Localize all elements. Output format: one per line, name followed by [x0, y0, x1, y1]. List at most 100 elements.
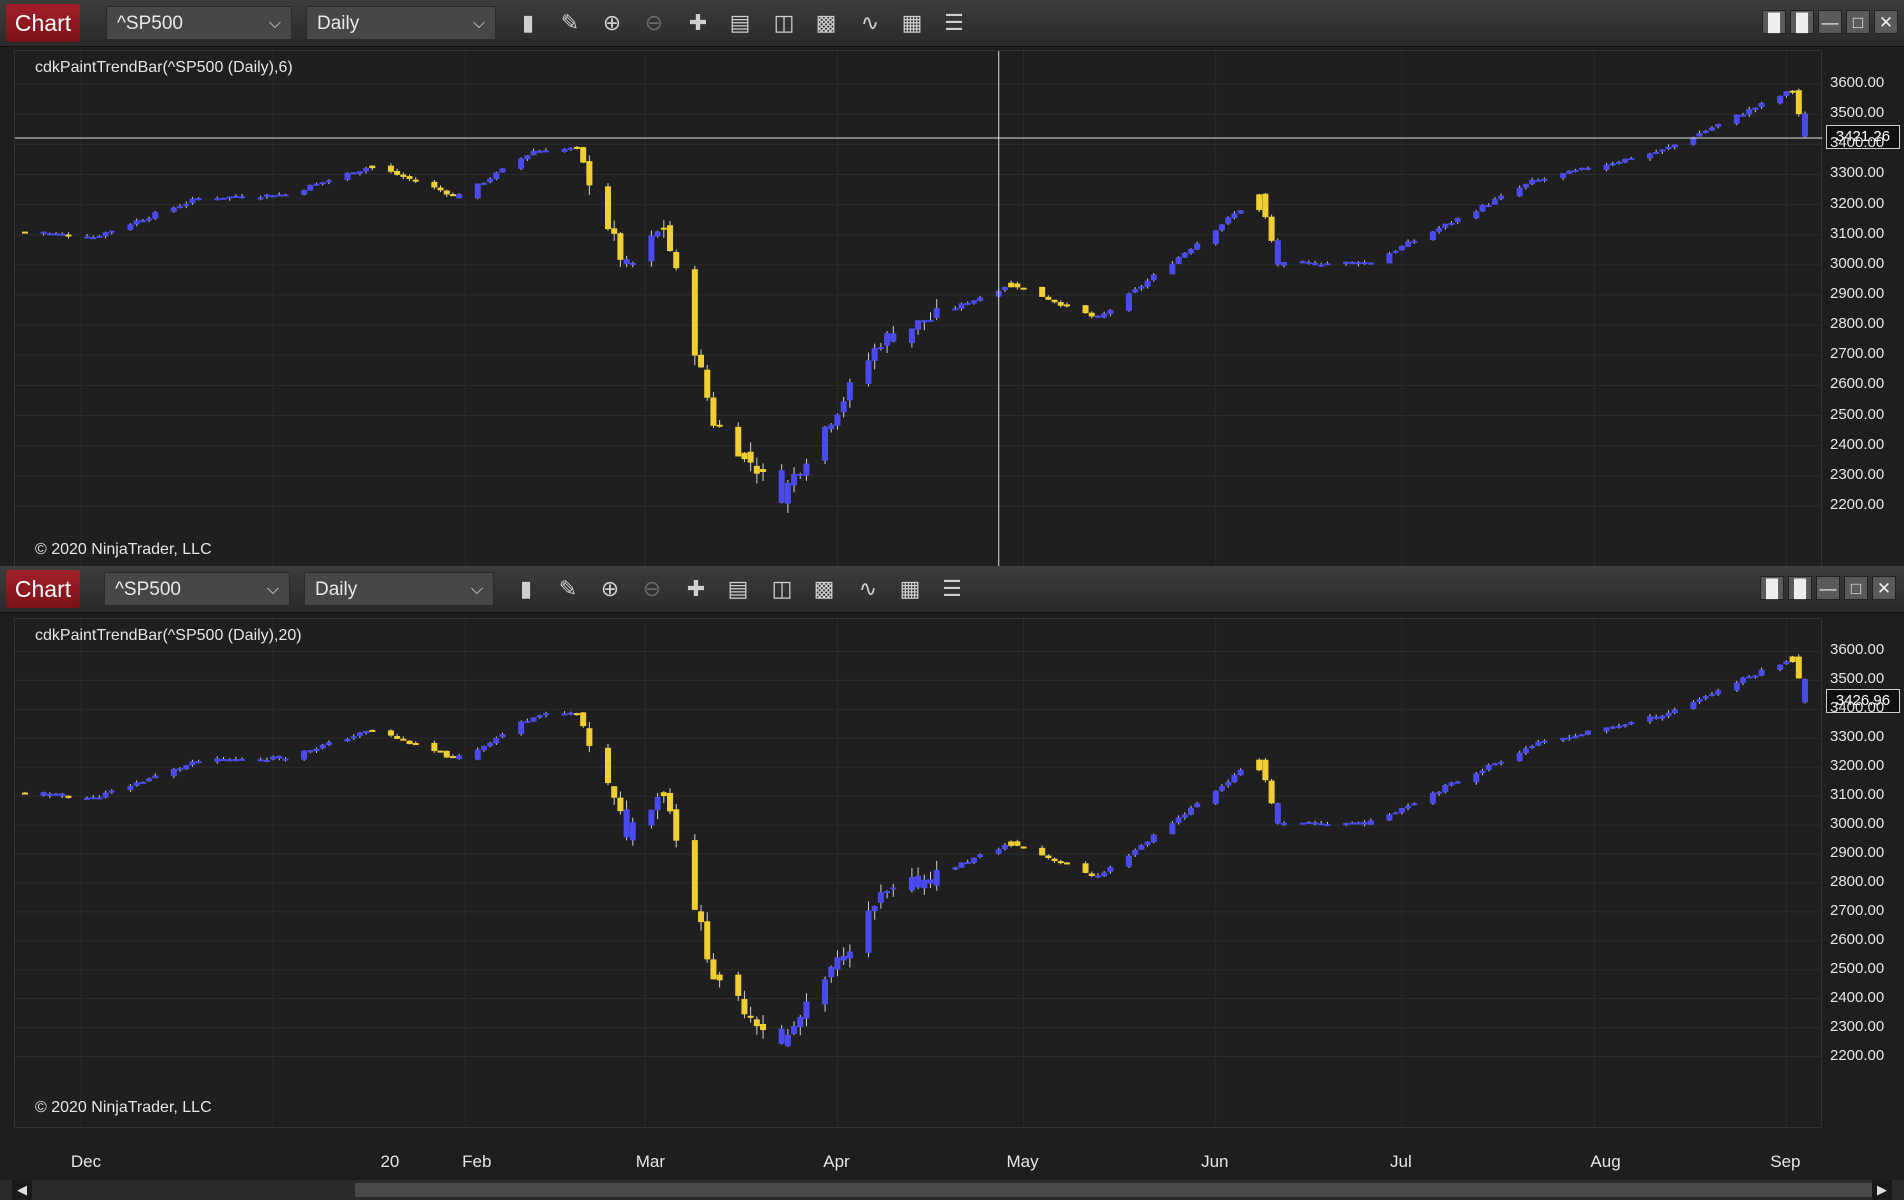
candlestick-plot[interactable]	[15, 619, 1823, 1129]
tile-icon[interactable]: █	[1790, 10, 1814, 34]
candle-body	[195, 761, 202, 764]
tile-icon[interactable]: █	[1760, 576, 1784, 600]
candle-body	[1045, 296, 1052, 300]
candle-body	[704, 921, 711, 960]
candle-body	[1274, 803, 1281, 824]
candle-body	[1628, 721, 1635, 725]
zoom-in-icon[interactable]: ⊕	[598, 9, 626, 37]
candle-body	[313, 748, 320, 752]
crosshair-icon[interactable]: ✚	[684, 9, 712, 37]
candle-body	[394, 170, 401, 175]
candle-body	[1312, 822, 1319, 825]
close-icon[interactable]: ✕	[1872, 576, 1896, 600]
properties-icon[interactable]: ▦	[898, 9, 926, 37]
candlestick-plot[interactable]	[15, 51, 1823, 571]
candle-body	[493, 737, 500, 744]
candle-body	[735, 974, 742, 996]
maximize-icon[interactable]: □	[1846, 10, 1870, 34]
candle-body	[220, 197, 227, 200]
indicators-icon[interactable]: ∿	[854, 575, 882, 603]
candle-body	[741, 452, 748, 460]
instrument-selector[interactable]: ^SP500 ⌵	[106, 6, 292, 40]
instrument-selector[interactable]: ^SP500 ⌵	[104, 572, 290, 606]
candle-body	[394, 736, 401, 739]
candle-body	[617, 233, 624, 260]
strategies-icon[interactable]: ▩	[812, 9, 840, 37]
price-panel[interactable]: cdkPaintTrendBar(^SP500 (Daily),20) © 20…	[14, 618, 1823, 1129]
candle-body	[1715, 690, 1722, 695]
maximize-icon[interactable]: □	[1844, 576, 1868, 600]
candle-body	[791, 473, 798, 486]
y-tick-label: 2800.00	[1830, 315, 1885, 333]
minimize-icon[interactable]: —	[1816, 576, 1840, 600]
candle-body	[1696, 699, 1703, 702]
candle-body	[1454, 218, 1461, 223]
pencil-icon[interactable]: ✎	[554, 575, 582, 603]
bar-type-icon[interactable]: ▮	[512, 575, 540, 603]
tile-icon[interactable]: █	[1788, 576, 1812, 600]
horizontal-scrollbar[interactable]: ◀ ▶	[0, 1180, 1904, 1200]
candle-body	[518, 721, 525, 734]
pencil-icon[interactable]: ✎	[556, 9, 584, 37]
candle-body	[518, 158, 525, 169]
crosshair-icon[interactable]: ✚	[682, 575, 710, 603]
close-icon[interactable]: ✕	[1874, 10, 1898, 34]
y-tick-label: 3500.00	[1830, 104, 1885, 122]
candle-body	[995, 849, 1002, 854]
data-box-icon[interactable]: ▤	[726, 9, 754, 37]
zoom-out-icon[interactable]: ⊖	[638, 575, 666, 603]
tile-icon[interactable]: █	[1762, 10, 1786, 34]
scroll-thumb[interactable]	[355, 1183, 1875, 1197]
candle-body	[108, 230, 115, 233]
interval-selector[interactable]: Daily ⌵	[304, 572, 494, 606]
template-icon[interactable]: ◫	[770, 9, 798, 37]
list-icon[interactable]: ☰	[940, 9, 968, 37]
scroll-right-icon[interactable]: ▶	[1872, 1180, 1892, 1200]
candle-body	[797, 473, 804, 476]
x-tick-label: Apr	[823, 1152, 850, 1171]
data-box-icon[interactable]: ▤	[724, 575, 752, 603]
candle-body	[214, 758, 221, 762]
time-axis[interactable]: Dec 20 Feb Mar Apr May Jun Jul Aug Sep	[0, 1142, 1904, 1180]
template-icon[interactable]: ◫	[768, 575, 796, 603]
candle-body	[617, 797, 624, 812]
candle-body	[1429, 792, 1436, 804]
candle-body	[747, 451, 754, 463]
candle-body	[1187, 248, 1194, 254]
strategies-icon[interactable]: ▩	[810, 575, 838, 603]
scroll-left-icon[interactable]: ◀	[12, 1180, 32, 1200]
candle-body	[698, 911, 705, 923]
candle-body	[1541, 740, 1548, 743]
price-panel[interactable]: cdkPaintTrendBar(^SP500 (Daily),6) © 202…	[14, 50, 1823, 571]
chart-tab[interactable]: Chart	[6, 570, 80, 608]
y-tick-label: 2900.00	[1830, 844, 1885, 861]
candle-body	[1181, 814, 1188, 818]
candle-body	[177, 206, 184, 209]
indicators-icon[interactable]: ∿	[856, 9, 884, 37]
list-icon[interactable]: ☰	[938, 575, 966, 603]
zoom-out-icon[interactable]: ⊖	[640, 9, 668, 37]
candle-body	[691, 269, 698, 356]
candle-body	[629, 822, 636, 841]
candle-body	[1094, 315, 1101, 318]
candle-body	[667, 792, 674, 812]
bar-type-icon[interactable]: ▮	[514, 9, 542, 37]
candle-body	[170, 768, 177, 777]
interval-selector[interactable]: Daily ⌵	[306, 6, 496, 40]
y-tick-label: 2300.00	[1830, 465, 1885, 483]
zoom-in-icon[interactable]: ⊕	[596, 575, 624, 603]
chart-tab[interactable]: Chart	[6, 4, 80, 42]
candle-body	[561, 713, 568, 716]
candle-body	[1082, 305, 1089, 314]
minimize-icon[interactable]: —	[1818, 10, 1842, 34]
candle-body	[710, 397, 717, 426]
price-axis[interactable]: 3421.26 3600.00 3500.00 3400.00 3300.00 3200…	[1822, 50, 1904, 570]
candle-body	[1491, 763, 1498, 766]
candle-body	[363, 168, 370, 172]
properties-icon[interactable]: ▦	[896, 575, 924, 603]
candle-body	[542, 713, 549, 716]
price-axis[interactable]: 3426.96 3600.00 3500.00 3400.00 3300.00 3200…	[1822, 618, 1904, 1128]
candle-body	[307, 184, 314, 191]
candle-body	[449, 756, 456, 759]
candle-body	[1746, 676, 1753, 679]
